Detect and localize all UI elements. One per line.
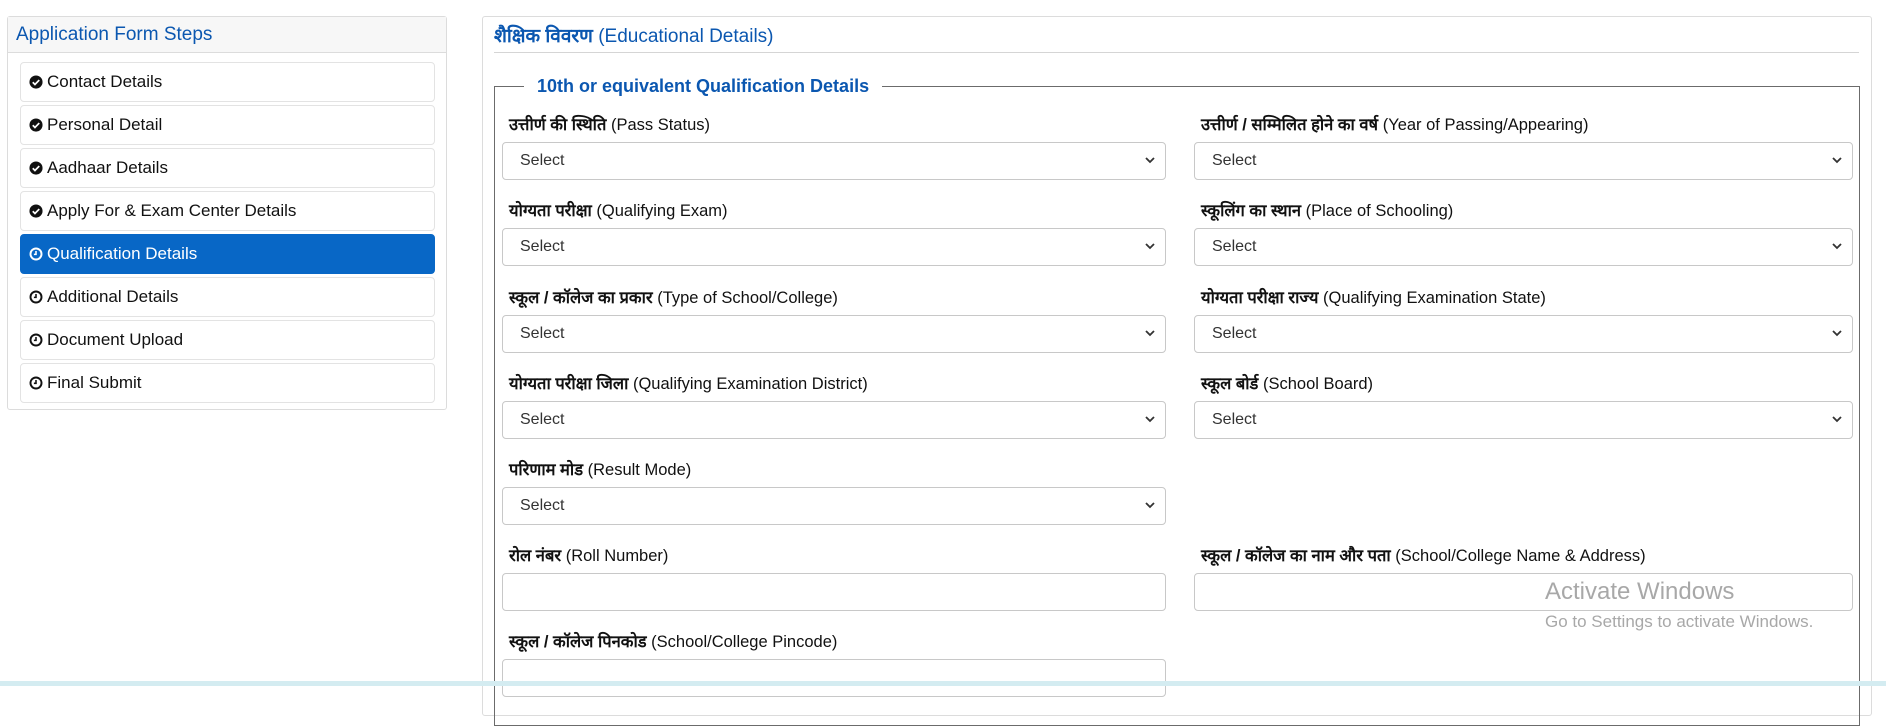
- step-label: Contact Details: [47, 72, 163, 91]
- type-of-school-select[interactable]: Select: [502, 315, 1166, 353]
- check-circle-icon: [29, 75, 43, 89]
- place-of-schooling-label: स्कूलिंग का स्थान (Place of Schooling): [1201, 202, 1454, 220]
- exam-district-select[interactable]: Select: [502, 401, 1166, 439]
- school-board-select[interactable]: Select: [1194, 401, 1853, 439]
- roll-number-label: रोल नंबर (Roll Number): [509, 547, 669, 565]
- step-final-submit[interactable]: Final Submit: [20, 363, 435, 403]
- school-pincode-label: स्कूल / कॉलेज पिनकोड (School/College Pin…: [509, 633, 838, 651]
- check-circle-icon: [29, 118, 43, 132]
- exam-state-label: योग्यता परीक्षा राज्य (Qualifying Examin…: [1201, 289, 1546, 307]
- chevron-down-icon: [1145, 330, 1155, 337]
- field-pass-status: उत्तीर्ण की स्थिति (Pass Status) Select: [502, 114, 1166, 180]
- school-pincode-input[interactable]: [502, 659, 1166, 697]
- field-roll-number: रोल नंबर (Roll Number): [502, 545, 1166, 611]
- place-of-schooling-select[interactable]: Select: [1194, 228, 1853, 266]
- qualifying-exam-label: योग्यता परीक्षा (Qualifying Exam): [509, 202, 728, 220]
- step-apply-for-exam-center[interactable]: Apply For & Exam Center Details: [20, 191, 435, 231]
- field-place-of-schooling: स्कूलिंग का स्थान (Place of Schooling) S…: [1194, 200, 1853, 266]
- check-circle-icon: [29, 204, 43, 218]
- section-legend: 10th or equivalent Qualification Details: [524, 74, 883, 98]
- step-personal-detail[interactable]: Personal Detail: [20, 105, 435, 145]
- chevron-down-icon: [1145, 502, 1155, 509]
- pass-status-select[interactable]: Select: [502, 142, 1166, 180]
- application-steps-sidebar: Application Form Steps Contact Details P…: [7, 16, 447, 410]
- field-school-pincode: स्कूल / कॉलेज पिनकोड (School/College Pin…: [502, 631, 1166, 697]
- field-type-of-school: स्कूल / कॉलेज का प्रकार (Type of School/…: [502, 287, 1166, 353]
- step-label: Apply For & Exam Center Details: [47, 201, 297, 220]
- chevron-down-icon: [1832, 243, 1842, 250]
- year-of-passing-label: उत्तीर्ण / सम्मिलित होने का वर्ष (Year o…: [1201, 116, 1589, 134]
- field-school-name-address: स्कूल / कॉलेज का नाम और पता (School/Coll…: [1194, 545, 1853, 611]
- title-divider: [494, 52, 1859, 53]
- step-qualification-details[interactable]: Qualification Details: [20, 234, 435, 274]
- step-label: Personal Detail: [47, 115, 163, 134]
- step-label: Qualification Details: [47, 244, 198, 263]
- activate-windows-watermark-subtitle: Go to Settings to activate Windows.: [1545, 612, 1814, 631]
- page-title: शैक्षिक विवरण (Educational Details): [494, 22, 774, 48]
- clock-icon: [29, 247, 43, 261]
- activate-windows-watermark-title: Activate Windows: [1545, 578, 1735, 605]
- exam-state-select[interactable]: Select: [1194, 315, 1853, 353]
- page-title-english: (Educational Details): [598, 26, 774, 47]
- clock-icon: [29, 376, 43, 390]
- field-year-of-passing: उत्तीर्ण / सम्मिलित होने का वर्ष (Year o…: [1194, 114, 1853, 180]
- chevron-down-icon: [1145, 243, 1155, 250]
- field-qualifying-exam: योग्यता परीक्षा (Qualifying Exam) Select: [502, 200, 1166, 266]
- bottom-strip: [0, 681, 1886, 686]
- year-of-passing-select[interactable]: Select: [1194, 142, 1853, 180]
- step-contact-details[interactable]: Contact Details: [20, 62, 435, 102]
- check-circle-icon: [29, 161, 43, 175]
- page-title-hindi: शैक्षिक विवरण: [494, 26, 593, 47]
- field-school-board: स्कूल बोर्ड (School Board) Select: [1194, 373, 1853, 439]
- type-of-school-label: स्कूल / कॉलेज का प्रकार (Type of School/…: [509, 289, 838, 307]
- chevron-down-icon: [1832, 416, 1842, 423]
- school-name-address-label: स्कूल / कॉलेज का नाम और पता (School/Coll…: [1201, 547, 1646, 565]
- roll-number-input[interactable]: [502, 573, 1166, 611]
- field-exam-district: योग्यता परीक्षा जिला (Qualifying Examina…: [502, 373, 1166, 439]
- pass-status-label: उत्तीर्ण की स्थिति (Pass Status): [509, 116, 710, 134]
- chevron-down-icon: [1145, 157, 1155, 164]
- result-mode-label: परिणाम मोड (Result Mode): [509, 461, 692, 479]
- step-document-upload[interactable]: Document Upload: [20, 320, 435, 360]
- chevron-down-icon: [1832, 330, 1842, 337]
- exam-district-label: योग्यता परीक्षा जिला (Qualifying Examina…: [509, 375, 868, 393]
- steps-list: Contact Details Personal Detail Aadhaar …: [20, 62, 435, 406]
- step-additional-details[interactable]: Additional Details: [20, 277, 435, 317]
- qualifying-exam-select[interactable]: Select: [502, 228, 1166, 266]
- step-aadhaar-details[interactable]: Aadhaar Details: [20, 148, 435, 188]
- chevron-down-icon: [1145, 416, 1155, 423]
- step-label: Final Submit: [47, 373, 142, 392]
- chevron-down-icon: [1832, 157, 1842, 164]
- step-label: Additional Details: [47, 287, 179, 306]
- clock-icon: [29, 333, 43, 347]
- result-mode-select[interactable]: Select: [502, 487, 1166, 525]
- school-name-address-input[interactable]: [1194, 573, 1853, 611]
- field-result-mode: परिणाम मोड (Result Mode) Select: [502, 459, 1166, 525]
- field-exam-state: योग्यता परीक्षा राज्य (Qualifying Examin…: [1194, 287, 1853, 353]
- sidebar-title: Application Form Steps: [8, 17, 446, 53]
- clock-icon: [29, 290, 43, 304]
- step-label: Aadhaar Details: [47, 158, 168, 177]
- step-label: Document Upload: [47, 330, 184, 349]
- school-board-label: स्कूल बोर्ड (School Board): [1201, 375, 1374, 393]
